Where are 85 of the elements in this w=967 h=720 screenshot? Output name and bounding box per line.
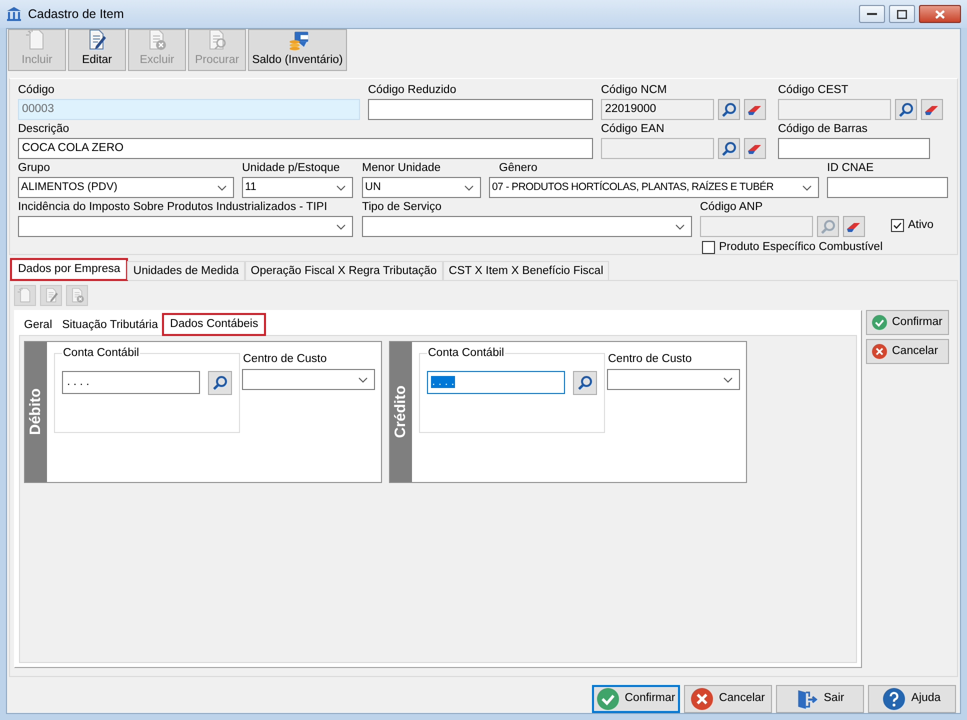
field-label: Código de Barras [778, 122, 868, 137]
window-title: Cadastro de Item [28, 6, 124, 23]
footer-button[interactable]: Confirmar [592, 685, 680, 713]
minimize-button[interactable] [859, 5, 885, 23]
field-label: Unidade p/Estoque [242, 161, 341, 176]
field-label: Código Reduzido [368, 83, 458, 98]
text-field[interactable] [368, 99, 593, 120]
dropdown-field[interactable] [242, 369, 375, 390]
eraser-icon [846, 220, 862, 232]
check-icon [596, 688, 619, 710]
tab[interactable]: Dados Contábeis [163, 314, 266, 335]
caret-icon [358, 376, 368, 382]
help-icon [883, 688, 906, 710]
footer-button[interactable]: Sair [776, 685, 864, 713]
eraser-icon [747, 104, 763, 116]
caret-icon [336, 224, 346, 230]
field-label: Gênero [498, 161, 538, 176]
field-label: Descrição [18, 122, 70, 137]
dropdown-field[interactable]: UN [362, 177, 481, 198]
eraser-icon [747, 142, 763, 154]
tab[interactable]: Operação Fiscal X Regra Tributação [244, 261, 443, 280]
caret-icon [802, 184, 812, 190]
toolbar-button[interactable]: Editar [68, 29, 126, 71]
text-field[interactable]: 00003 [18, 99, 360, 120]
search-icon [577, 375, 593, 391]
field-label: Código EAN [601, 122, 666, 137]
checkbox-label: Produto Específico Combustível [719, 240, 883, 255]
search-icon [820, 218, 836, 234]
search-icon [212, 375, 228, 391]
panel-side-label: Débito [25, 342, 47, 482]
tab[interactable]: Unidades de Medida [127, 261, 245, 280]
text-field[interactable]: . . . . [62, 371, 200, 394]
caret-icon [336, 184, 346, 190]
field-label: Incidência do Imposto Sobre Produtos Industrializados - TIPI [18, 200, 328, 215]
footer-button[interactable]: Cancelar [684, 685, 772, 713]
search-button[interactable] [208, 371, 232, 395]
caret-icon [217, 184, 227, 190]
tab[interactable]: Dados por Empresa [11, 259, 128, 280]
cancel-icon [872, 344, 887, 359]
checkbox-box[interactable] [702, 241, 715, 254]
field-label: Centro de Custo [243, 352, 328, 367]
dropdown-field[interactable] [18, 216, 353, 237]
check-icon [872, 315, 887, 330]
exit-door-icon [796, 688, 818, 710]
footer-button[interactable]: Ajuda [868, 685, 956, 713]
cancel-icon [690, 688, 713, 710]
dropdown-field[interactable] [607, 369, 740, 390]
field-label: Tipo de Serviço [362, 200, 442, 215]
search-icon [721, 140, 737, 156]
field-label: Código [18, 83, 56, 98]
field-label: Código ANP [700, 200, 764, 215]
tab[interactable]: CST X Item X Benefício Fiscal [442, 261, 610, 280]
dropdown-field[interactable]: 07 - PRODUTOS HORTÍCOLAS, PLANTAS, RAÍZES E TUBÉR [489, 177, 819, 198]
toolbar-button[interactable]: Saldo (Inventário) [248, 29, 347, 71]
field-label: Centro de Custo [608, 352, 693, 367]
text-field[interactable] [827, 177, 948, 198]
field-label: Grupo [18, 161, 51, 176]
text-field[interactable] [778, 138, 930, 159]
field-label: Código CEST [778, 83, 850, 98]
side-button[interactable]: Cancelar [866, 339, 949, 364]
dropdown-field[interactable] [362, 216, 692, 237]
field-label: ID CNAE [827, 161, 875, 176]
dropdown-field[interactable]: 11 [242, 177, 353, 198]
maximize-icon [897, 10, 907, 18]
caret-icon [464, 184, 474, 190]
checkbox-box[interactable] [891, 218, 904, 232]
dropdown-field[interactable]: ALIMENTOS (PDV) [18, 177, 234, 198]
app-icon [6, 6, 22, 22]
caret-icon [675, 224, 685, 230]
close-button[interactable] [919, 5, 961, 23]
search-button[interactable] [573, 371, 597, 395]
text-field[interactable]: COCA COLA ZERO [18, 138, 593, 159]
checkbox-label: Ativo [908, 218, 934, 233]
caret-icon [723, 376, 733, 382]
field-label: Código NCM [601, 83, 668, 98]
side-button[interactable]: Confirmar [866, 310, 949, 335]
close-icon [935, 10, 945, 18]
search-icon [721, 102, 737, 118]
minimize-icon [867, 13, 877, 15]
text-field[interactable]: . . . . [427, 371, 565, 394]
field-label: Menor Unidade [362, 161, 442, 176]
maximize-button[interactable] [889, 5, 915, 23]
search-icon [898, 102, 914, 118]
eraser-icon [924, 104, 940, 116]
panel-side-label: Crédito [390, 342, 412, 482]
